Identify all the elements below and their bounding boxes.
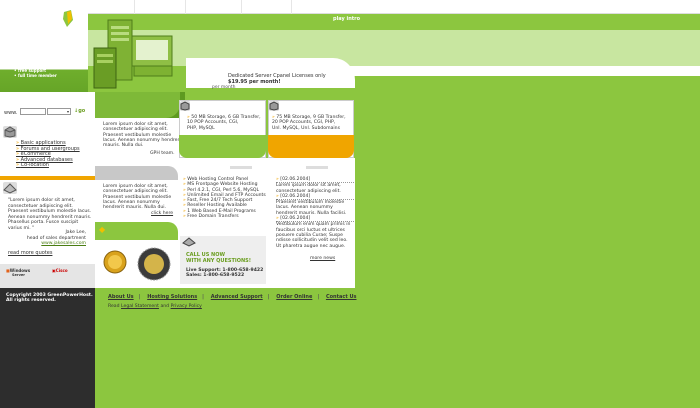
separator <box>306 166 328 169</box>
news-list: [02.06.2004] Lorem ipsum dolor sit amet,… <box>276 177 354 249</box>
click-here-link[interactable]: click here <box>151 211 173 216</box>
cisco-logo: ▣Cisco <box>52 268 68 273</box>
chevron-down-icon: ▾ <box>66 109 69 114</box>
footer-link-hosting[interactable]: Hosting Solutions <box>147 294 197 300</box>
testimonial-quote: "Lorem ipsum dolor sit amet, consectetue… <box>8 198 92 231</box>
middle-intro-text: Lorem ipsum dolor sit amet, consectetuer… <box>103 122 183 149</box>
person-icon <box>3 182 17 194</box>
phone-icon <box>182 237 196 247</box>
feature-item: MS Frontpage Website Hosting <box>183 182 267 187</box>
sidebar-links: Basic applications Forums and usergroups… <box>16 140 80 169</box>
play-intro-link[interactable]: play intro <box>333 16 360 22</box>
top-nav-cell[interactable] <box>88 0 135 14</box>
header-bullets: • free sales • free support • full time … <box>14 62 57 79</box>
award-badge-icon <box>102 248 128 278</box>
top-nav-cell[interactable] <box>186 0 242 14</box>
footer-note: Read Legal Statement and Privacy Policy <box>108 304 202 309</box>
plan-1-features: 50 MB Storage, 6 GB Transfer,10 POP Acco… <box>187 115 265 131</box>
separator <box>230 166 252 169</box>
plan-box-2-orange-bar <box>268 135 354 158</box>
green-divider: ◆ <box>95 222 178 240</box>
footer-nav: About Us | Hosting Solutions | Advanced Su… <box>108 294 357 300</box>
top-nav-cell[interactable] <box>135 0 186 14</box>
top-nav-cell[interactable] <box>242 0 292 14</box>
windows-logo: ■Windows Server <box>6 268 31 277</box>
per-month-label: per month <box>212 85 236 90</box>
privacy-policy-link[interactable]: Privacy Policy <box>171 304 202 309</box>
sales-phone: Sales: 1-800-658-9522 <box>186 273 245 279</box>
news-text: Vestibulum enim quam primis in faucibus … <box>276 222 351 249</box>
top-nav <box>88 0 700 14</box>
footer-link-about[interactable]: About Us <box>108 294 134 300</box>
support-numbers: Live Support: 1-800-658-9422 Sales: 1-80… <box>186 268 263 279</box>
footer-link-order[interactable]: Order Online <box>276 294 312 300</box>
call-us-heading: CALL US NOW WITH ANY QUESTIONS! <box>186 252 252 264</box>
promo-price: $19.95 per month! <box>228 79 281 85</box>
search-label: www. <box>4 110 18 116</box>
news-text: Lorem ipsum dolor sit amet, consectetuer… <box>276 183 341 194</box>
gray-divider <box>95 166 178 180</box>
domain-select[interactable]: ▾ <box>47 108 71 115</box>
plan-2-features: 75 MB Storage, 9 GB Transfer,20 POP Acco… <box>272 115 354 131</box>
go-button[interactable]: ↓go <box>74 108 85 114</box>
middle-green-tab <box>95 92 180 118</box>
coins-icon: ◆ <box>99 225 106 234</box>
seal-badge-icon <box>136 246 172 282</box>
bullet-item: • full time member <box>14 73 57 78</box>
testimonial-author: Jake Lee, head of sales department www.j… <box>8 230 86 247</box>
middle-secondary-text: Lorem ipsum dolor sit amet, consectetuer… <box>103 184 172 211</box>
footer-left <box>0 288 95 408</box>
orange-divider <box>0 176 95 180</box>
plan-box-1-green-bar <box>179 135 266 158</box>
server-illustration-icon <box>86 18 186 92</box>
search-input[interactable] <box>20 108 46 115</box>
box-icon <box>269 101 279 111</box>
feature-list: Web Hosting Control Panel MS Frontpage W… <box>183 177 267 219</box>
header-green-fill <box>355 76 700 120</box>
team-signature: GPH team. <box>150 151 175 156</box>
legal-statement-link[interactable]: Legal Statement <box>121 304 159 309</box>
sidebar-item-colocation[interactable]: Co-location <box>16 163 80 169</box>
footer-link-contact[interactable]: Contact Us <box>326 294 357 300</box>
feature-item: Free Domain Transfers <box>183 214 267 219</box>
author-site-link[interactable]: www.jakesales.com <box>8 241 86 247</box>
box-icon <box>3 126 17 138</box>
box-icon <box>180 101 190 111</box>
news-text: Praesent vestibulum molestie lacus. Aene… <box>276 200 347 216</box>
logo-icon[interactable] <box>62 10 74 28</box>
promo-text: Dedicated Server Cpanel Licenses only $1… <box>228 73 326 85</box>
copyright: Copyright 2003 GreenPowerHost. All right… <box>6 293 93 304</box>
more-news-link[interactable]: more news <box>310 256 335 261</box>
footer-link-support[interactable]: Advanced Support <box>211 294 263 300</box>
read-more-quotes-link[interactable]: read more quotes <box>8 250 52 256</box>
